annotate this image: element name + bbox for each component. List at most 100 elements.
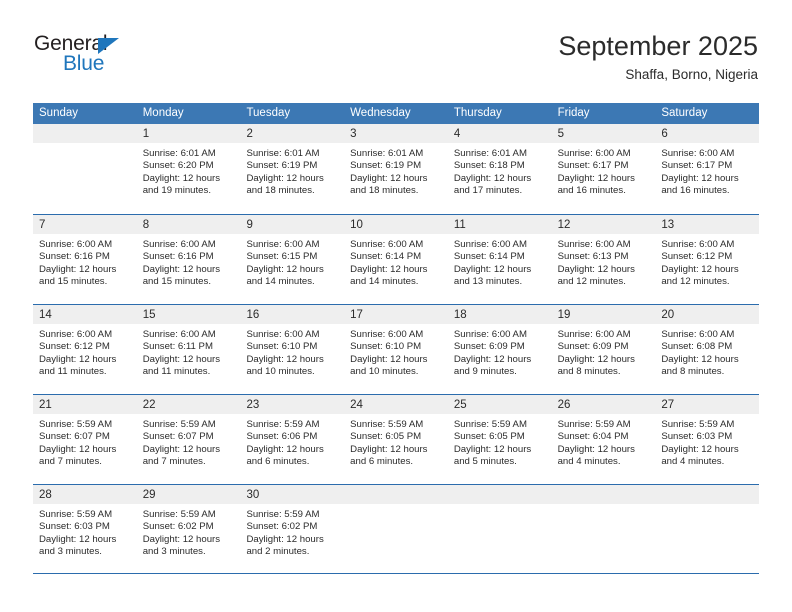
day-number-band: 3 <box>344 124 448 143</box>
day-number: 10 <box>350 219 363 231</box>
daylight-text: and 16 minutes. <box>661 185 730 197</box>
day-cell[interactable]: 12 Sunrise: 6:00 AM Sunset: 6:13 PM Dayligh… <box>551 215 656 304</box>
sunset-text: Sunset: 6:02 PM <box>246 521 318 533</box>
sunrise-text: Sunrise: 6:00 AM <box>557 148 631 159</box>
day-number: 3 <box>350 128 357 140</box>
day-cell[interactable]: 1 Sunrise: 6:01 AM Sunset: 6:20 PM Daylight… <box>136 124 241 214</box>
day-number: 16 <box>246 309 260 321</box>
sunrise-text: Sunrise: 5:59 AM <box>39 419 113 430</box>
day-number-band: 9 <box>240 215 345 234</box>
sunset-text: Sunset: 6:16 PM <box>142 251 214 263</box>
day-cell[interactable]: 2 Sunrise: 6:01 AM Sunset: 6:19 PM Daylight… <box>240 124 345 214</box>
day-details <box>344 504 448 509</box>
day-cell[interactable]: 16 Sunrise: 6:00 AM Sunset: 6:10 PM Dayligh… <box>240 305 345 394</box>
day-number: 27 <box>661 399 675 411</box>
sunset-text: Sunset: 6:19 PM <box>350 160 422 172</box>
sunrise-text: Sunrise: 6:01 AM <box>350 148 424 159</box>
daylight-text: and 17 minutes. <box>453 185 523 197</box>
sunset-text: Sunset: 6:07 PM <box>142 431 214 443</box>
day-cell[interactable]: 28 Sunrise: 5:59 AM Sunset: 6:03 PM Dayligh… <box>33 485 137 573</box>
day-number: 30 <box>246 489 260 501</box>
sunset-text: Sunset: 6:03 PM <box>39 521 110 533</box>
day-cell[interactable]: 20 Sunrise: 6:00 AM Sunset: 6:08 PM Dayligh… <box>655 305 760 394</box>
day-number: 14 <box>39 309 52 321</box>
day-cell[interactable]: 23 Sunrise: 5:59 AM Sunset: 6:06 PM Dayligh… <box>240 395 345 484</box>
day-cell[interactable]: 19 Sunrise: 6:00 AM Sunset: 6:09 PM Dayligh… <box>551 305 656 394</box>
day-cell[interactable]: 22 Sunrise: 5:59 AM Sunset: 6:07 PM Dayligh… <box>136 395 241 484</box>
day-number: 6 <box>661 128 668 140</box>
day-cell[interactable]: 14 Sunrise: 6:00 AM Sunset: 6:12 PM Dayligh… <box>33 305 137 394</box>
sunset-text: Sunset: 6:19 PM <box>246 160 318 172</box>
daylight-text: and 7 minutes. <box>39 456 102 468</box>
sunrise-text: Sunrise: 5:59 AM <box>246 419 320 430</box>
daylight-text: Daylight: 12 hours <box>142 443 221 455</box>
day-cell[interactable]: 5 Sunrise: 6:00 AM Sunset: 6:17 PM Daylight… <box>551 124 656 214</box>
day-cell[interactable]: 18 Sunrise: 6:00 AM Sunset: 6:09 PM Dayligh… <box>447 305 552 394</box>
day-details: Sunrise: 6:00 AM Sunset: 6:11 PM Daylight:… <box>137 324 241 379</box>
day-cell[interactable]: 15 Sunrise: 6:00 AM Sunset: 6:11 PM Dayligh… <box>136 305 241 394</box>
sunset-text: Sunset: 6:09 PM <box>453 341 525 353</box>
day-cell[interactable]: 27 Sunrise: 5:59 AM Sunset: 6:03 PM Dayligh… <box>655 395 760 484</box>
day-cell[interactable]: 7 Sunrise: 6:00 AM Sunset: 6:16 PM Daylight… <box>33 215 137 304</box>
sunset-text: Sunset: 6:05 PM <box>453 431 525 443</box>
day-cell[interactable]: 8 Sunrise: 6:00 AM Sunset: 6:16 PM Daylight… <box>136 215 241 304</box>
day-cell[interactable]: 30 Sunrise: 5:59 AM Sunset: 6:02 PM Dayligh… <box>240 485 345 573</box>
day-number: 1 <box>142 128 150 140</box>
sunrise-text: Sunrise: 6:00 AM <box>39 239 113 250</box>
calendar-week-row: 1 Sunrise: 6:01 AM Sunset: 6:20 PM Daylight… <box>33 124 760 214</box>
day-cell[interactable]: 11 Sunrise: 6:00 AM Sunset: 6:14 PM Dayligh… <box>447 215 552 304</box>
sunset-text: Sunset: 6:05 PM <box>350 431 422 443</box>
day-number-band: 29 <box>136 485 241 504</box>
day-cell[interactable]: 17 Sunrise: 6:00 AM Sunset: 6:10 PM Dayligh… <box>344 305 448 394</box>
day-details: Sunrise: 6:00 AM Sunset: 6:09 PM Daylight:… <box>552 324 656 379</box>
day-number: 28 <box>39 489 52 501</box>
day-details: Sunrise: 6:00 AM Sunset: 6:15 PM Daylight:… <box>240 234 344 289</box>
day-number-band <box>344 485 448 504</box>
logo-general-blue[interactable]: General Blue <box>34 32 154 82</box>
day-number-band: 22 <box>136 395 241 414</box>
day-cell[interactable]: 13 Sunrise: 6:00 AM Sunset: 6:12 PM Dayligh… <box>655 215 760 304</box>
day-cell[interactable]: 4 Sunrise: 6:01 AM Sunset: 6:18 PM Daylight… <box>447 124 552 214</box>
sunset-text: Sunset: 6:02 PM <box>142 521 214 533</box>
daylight-text: and 11 minutes. <box>142 366 211 378</box>
daylight-text: Daylight: 12 hours <box>142 353 221 365</box>
daylight-text: Daylight: 12 hours <box>246 443 324 455</box>
day-cell[interactable]: 25 Sunrise: 5:59 AM Sunset: 6:05 PM Dayligh… <box>447 395 552 484</box>
day-number: 25 <box>453 399 467 411</box>
daylight-text: and 5 minutes. <box>453 456 517 468</box>
daylight-text: Daylight: 12 hours <box>557 172 635 184</box>
day-number-band: 5 <box>551 124 656 143</box>
day-cell[interactable]: 24 Sunrise: 5:59 AM Sunset: 6:05 PM Dayligh… <box>344 395 448 484</box>
day-cell[interactable]: 10 Sunrise: 6:00 AM Sunset: 6:14 PM Dayligh… <box>344 215 448 304</box>
day-number-band: 14 <box>33 305 137 324</box>
day-cell[interactable]: 9 Sunrise: 6:00 AM Sunset: 6:15 PM Daylight… <box>240 215 345 304</box>
daylight-text: Daylight: 12 hours <box>350 172 428 184</box>
day-cell[interactable]: 21 Sunrise: 5:59 AM Sunset: 6:07 PM Dayligh… <box>33 395 137 484</box>
day-cell[interactable]: 29 Sunrise: 5:59 AM Sunset: 6:02 PM Dayligh… <box>136 485 241 573</box>
day-details: Sunrise: 5:59 AM Sunset: 6:03 PM Daylight:… <box>655 414 759 469</box>
day-cell[interactable]: 3 Sunrise: 6:01 AM Sunset: 6:19 PM Daylight… <box>344 124 448 214</box>
sunset-text: Sunset: 6:16 PM <box>39 251 110 263</box>
sunset-text: Sunset: 6:10 PM <box>246 341 318 353</box>
day-details: Sunrise: 5:59 AM Sunset: 6:04 PM Daylight:… <box>552 414 656 469</box>
day-number: 5 <box>557 128 564 140</box>
day-number-band <box>447 485 552 504</box>
daylight-text: and 10 minutes. <box>246 366 315 378</box>
weekday-header-sunday: Sunday <box>39 107 79 119</box>
day-number-band: 30 <box>240 485 345 504</box>
sunset-text: Sunset: 6:17 PM <box>557 160 629 172</box>
sunrise-text: Sunrise: 5:59 AM <box>661 419 735 430</box>
day-cell[interactable]: 6 Sunrise: 6:00 AM Sunset: 6:17 PM Daylight… <box>655 124 760 214</box>
weekday-header-wednesday: Wednesday <box>350 107 411 119</box>
weekday-header-monday: Monday <box>142 107 184 119</box>
day-number: 11 <box>453 219 466 231</box>
day-details: Sunrise: 6:00 AM Sunset: 6:09 PM Daylight:… <box>448 324 552 379</box>
day-number: 17 <box>350 309 363 321</box>
sunrise-text: Sunrise: 6:00 AM <box>661 148 735 159</box>
day-cell[interactable]: 26 Sunrise: 5:59 AM Sunset: 6:04 PM Dayligh… <box>551 395 656 484</box>
logo-text-blue: Blue <box>63 52 105 75</box>
sunrise-text: Sunrise: 6:00 AM <box>661 239 735 250</box>
daylight-text: and 11 minutes. <box>39 366 107 378</box>
daylight-text: Daylight: 12 hours <box>142 263 221 275</box>
daylight-text: and 16 minutes. <box>557 185 626 197</box>
